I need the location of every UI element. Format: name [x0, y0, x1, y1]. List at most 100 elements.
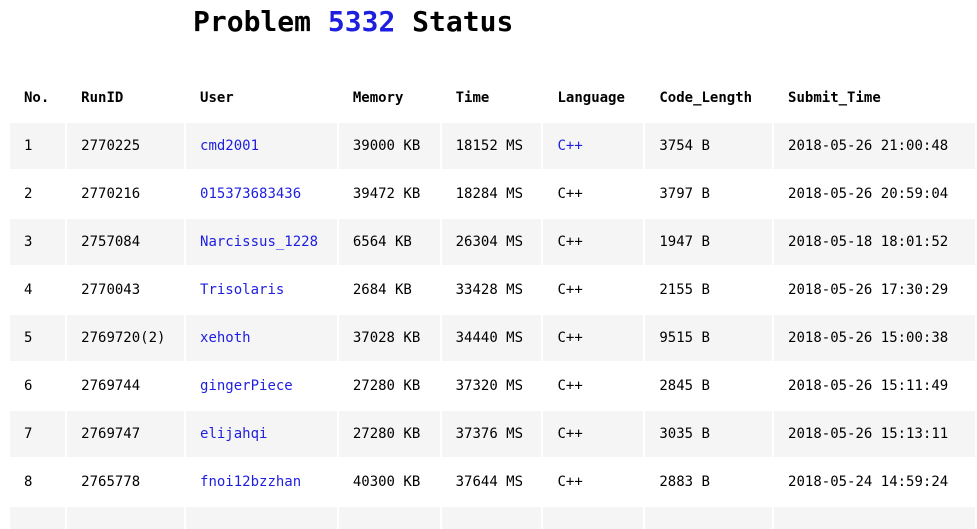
title-suffix: Status	[412, 5, 514, 38]
cell-code-length: 2883 B	[659, 474, 710, 490]
cell-memory: 27280 KB	[352, 426, 421, 442]
table-cell: 27280 KB	[338, 363, 440, 409]
cell-code-length: 3035 B	[659, 426, 710, 442]
table-cell: 39000 KB	[338, 123, 440, 169]
table-cell: C++	[543, 171, 644, 217]
title-prefix: Problem	[193, 5, 312, 38]
table-cell: 4	[10, 267, 66, 313]
table-cell	[441, 507, 542, 529]
table-cell: 2018-05-18 18:01:52	[774, 219, 975, 265]
table-cell: 1947 B	[645, 219, 773, 265]
table-cell: C++	[543, 363, 644, 409]
table-row: 6 2769744 gingerPiece 27280 KB 37320 MS C++ 28…	[10, 363, 975, 409]
header-time: Time	[441, 75, 542, 121]
cell-submit-time: 2018-05-26 15:13:11	[788, 426, 949, 442]
header-run-id: RunID	[67, 75, 185, 121]
user-link[interactable]: fnoi12bzzhan	[200, 474, 301, 490]
cell-language: C++	[557, 282, 583, 298]
table-row: 7 2769747 elijahqi 27280 KB 37376 MS C++ 3035 …	[10, 411, 975, 457]
table-cell: 26304 MS	[441, 219, 542, 265]
header-user: User	[186, 75, 337, 121]
language-link[interactable]: C++	[557, 138, 582, 154]
page-title: Problem 5332 Status	[193, 2, 513, 42]
table-cell: C++	[543, 267, 644, 313]
user-link[interactable]: Narcissus_1228	[200, 234, 318, 250]
cell-language: C++	[557, 330, 583, 346]
cell-time: 34440 MS	[455, 330, 524, 346]
table-cell: 37376 MS	[441, 411, 542, 457]
table-cell: fnoi12bzzhan	[186, 459, 337, 505]
table-cell	[186, 507, 337, 529]
cell-time: 18152 MS	[455, 138, 524, 154]
table-cell: 37644 MS	[441, 459, 542, 505]
table-row: 3 2757084 Narcissus_1228 6564 KB 26304 MS C++…	[10, 219, 975, 265]
table-cell	[543, 507, 644, 529]
table-cell: Narcissus_1228	[186, 219, 337, 265]
cell-no: 4	[24, 282, 33, 298]
cell-code-length: 3797 B	[659, 186, 710, 202]
table-cell: 2769747	[67, 411, 185, 457]
problem-id-link[interactable]: 5332	[328, 5, 395, 38]
cell-code-length: 3754 B	[659, 138, 710, 154]
cell-memory: 39472 KB	[352, 186, 421, 202]
table-cell: 27280 KB	[338, 411, 440, 457]
table-cell: 2845 B	[645, 363, 773, 409]
table-cell: 3754 B	[645, 123, 773, 169]
cell-language: C++	[557, 474, 583, 490]
cell-submit-time: 2018-05-18 18:01:52	[788, 234, 949, 250]
user-link[interactable]: gingerPiece	[200, 378, 293, 394]
table-cell: xehoth	[186, 315, 337, 361]
table-cell: 39472 KB	[338, 171, 440, 217]
cell-run-id: 2770043	[81, 282, 141, 298]
cell-memory: 27280 KB	[352, 378, 421, 394]
table-cell: 2018-05-26 15:13:11	[774, 411, 975, 457]
table-row: 8 2765778 fnoi12bzzhan 40300 KB 37644 MS C++ 2…	[10, 459, 975, 505]
table-cell	[774, 507, 975, 529]
cell-code-length: 9515 B	[659, 330, 710, 346]
user-link[interactable]: elijahqi	[200, 426, 267, 442]
table-cell: 18152 MS	[441, 123, 542, 169]
cell-submit-time: 2018-05-26 21:00:48	[788, 138, 949, 154]
table-cell: C++	[543, 459, 644, 505]
cell-memory: 40300 KB	[352, 474, 421, 490]
cell-time: 33428 MS	[455, 282, 524, 298]
user-link[interactable]: xehoth	[200, 330, 251, 346]
table-row: 5 2769720(2) xehoth 37028 KB 34440 MS C++ 9515…	[10, 315, 975, 361]
table-cell: 2018-05-26 20:59:04	[774, 171, 975, 217]
table-cell: gingerPiece	[186, 363, 337, 409]
cell-run-id: 2765778	[81, 474, 141, 490]
cell-no: 8	[24, 474, 33, 490]
table-cell: 2765778	[67, 459, 185, 505]
user-link[interactable]: 015373683436	[200, 186, 301, 202]
header-language: Language	[543, 75, 644, 121]
table-cell: 37028 KB	[338, 315, 440, 361]
cell-time: 37320 MS	[455, 378, 524, 394]
table-cell: 2770043	[67, 267, 185, 313]
cell-code-length: 1947 B	[659, 234, 710, 250]
cell-no: 2	[24, 186, 33, 202]
table-cell: 3797 B	[645, 171, 773, 217]
table-cell: 34440 MS	[441, 315, 542, 361]
header-no: No.	[10, 75, 66, 121]
user-link[interactable]: Trisolaris	[200, 282, 284, 298]
table-row: 2 2770216 015373683436 39472 KB 18284 MS C++ 3…	[10, 171, 975, 217]
user-link[interactable]: cmd2001	[200, 138, 259, 154]
table-header-row: No. RunID User Memory Time Language Code…	[10, 75, 975, 121]
table-cell: 9515 B	[645, 315, 773, 361]
cell-memory: 2684 KB	[352, 282, 412, 298]
table-cell: 2769744	[67, 363, 185, 409]
table-cell: 2018-05-26 15:00:38	[774, 315, 975, 361]
table-cell: 2018-05-24 14:59:24	[774, 459, 975, 505]
table-cell: 40300 KB	[338, 459, 440, 505]
cell-run-id: 2757084	[81, 234, 141, 250]
table-cell: 2757084	[67, 219, 185, 265]
table-cell: 8	[10, 459, 66, 505]
table-row: 4 2770043 Trisolaris 2684 KB 33428 MS C++ 2155…	[10, 267, 975, 313]
cell-time: 18284 MS	[455, 186, 524, 202]
cell-no: 6	[24, 378, 33, 394]
header-code-length: Code_Length	[645, 75, 773, 121]
cell-memory: 6564 KB	[352, 234, 412, 250]
cell-time: 26304 MS	[455, 234, 524, 250]
table-cell: 1	[10, 123, 66, 169]
cell-time: 37644 MS	[455, 474, 524, 490]
